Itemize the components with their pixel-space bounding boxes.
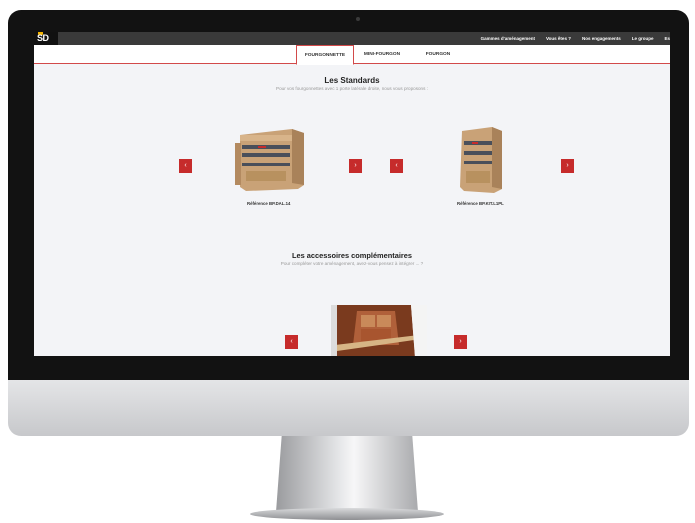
carousel2-next-button[interactable]: ›	[561, 159, 574, 173]
product-image-shelving-dal14	[235, 129, 304, 191]
logo-text: SD	[37, 33, 49, 43]
carousel3-next-button[interactable]: ›	[454, 335, 467, 349]
standards-title: Les Standards	[324, 76, 380, 85]
nav-item-espace[interactable]: Es	[664, 36, 670, 41]
tab-fourgonnette[interactable]: FOURGONNETTE	[296, 45, 354, 65]
monitor-chin	[8, 380, 689, 436]
product-image-shelving-kitl1pl	[460, 127, 502, 193]
carousel3-prev-button[interactable]: ‹	[285, 335, 298, 349]
product-caption-1[interactable]: Référence BP.DAL.14	[247, 201, 290, 206]
accessories-subtitle: Pour compléter votre aménagement, avez-v…	[280, 261, 424, 266]
product-caption-2[interactable]: Référence BP.KIT.L1PL	[457, 201, 504, 206]
monitor-base	[250, 508, 444, 520]
main-nav: Gammes d'aménagement Vous êtes ? Nos eng…	[470, 32, 670, 45]
accessories-title: Les accessoires complémentaires	[292, 251, 412, 260]
nav-item-groupe[interactable]: Le groupe	[632, 36, 654, 41]
top-nav-bar: Gammes d'aménagement Vous êtes ? Nos eng…	[34, 32, 670, 45]
tab-fourgon[interactable]: FOURGON	[410, 45, 466, 63]
standards-subtitle: Pour vos fourgonnettes avec 1 porte laté…	[276, 86, 428, 91]
carousel1-prev-button[interactable]: ‹	[179, 159, 192, 173]
nav-item-engagements[interactable]: Nos engagements	[582, 36, 621, 41]
vehicle-tabs: FOURGONNETTE MINI-FOURGON FOURGON	[296, 45, 466, 65]
carousel2-prev-button[interactable]: ‹	[390, 159, 403, 173]
carousel1-next-button[interactable]: ›	[349, 159, 362, 173]
website-screen: Gammes d'aménagement Vous êtes ? Nos eng…	[34, 32, 670, 356]
accessory-image-van-interior	[331, 305, 427, 356]
monitor-stand	[276, 436, 418, 512]
nav-item-vous-etes[interactable]: Vous êtes ?	[546, 36, 571, 41]
tab-mini-fourgon[interactable]: MINI-FOURGON	[354, 45, 410, 63]
nav-item-gammes[interactable]: Gammes d'aménagement	[481, 36, 535, 41]
camera-icon	[356, 17, 360, 21]
